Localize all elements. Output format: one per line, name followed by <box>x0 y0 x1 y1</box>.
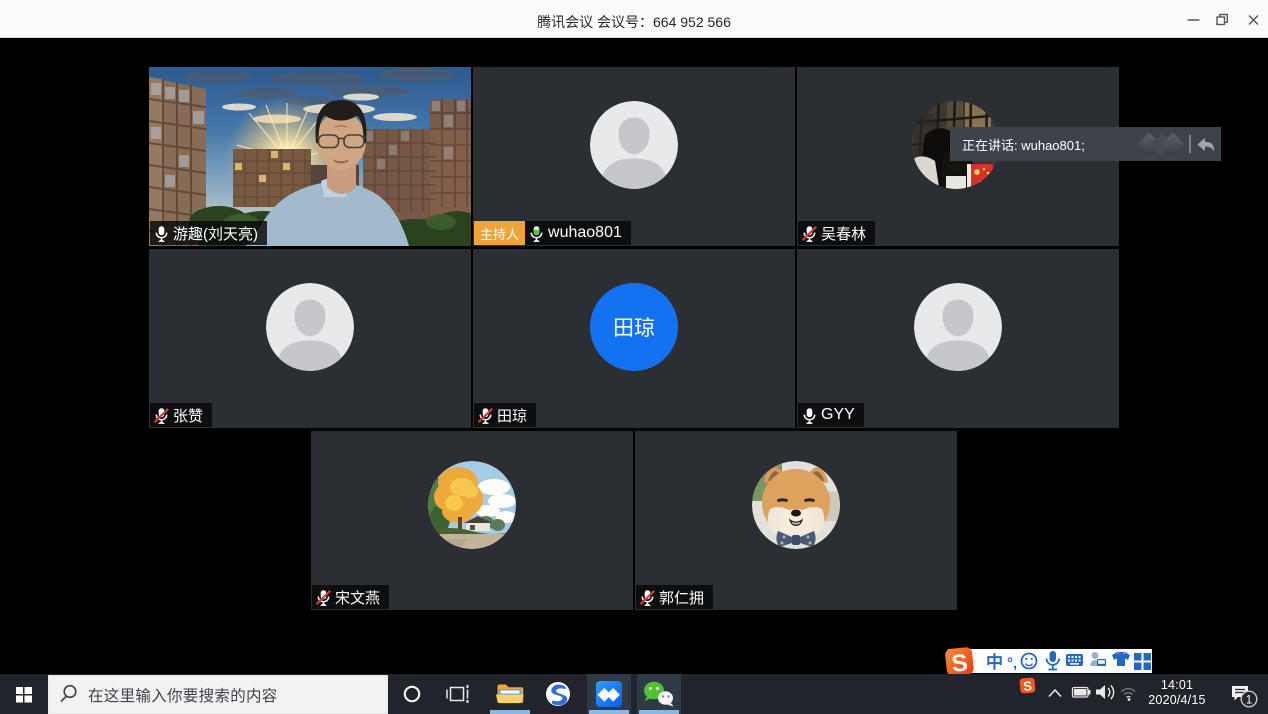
svg-text:中: 中 <box>986 652 1003 672</box>
svg-text:°,: °, <box>1007 655 1017 672</box>
svg-text:1: 1 <box>1246 694 1252 706</box>
svg-text:S: S <box>1023 678 1033 694</box>
